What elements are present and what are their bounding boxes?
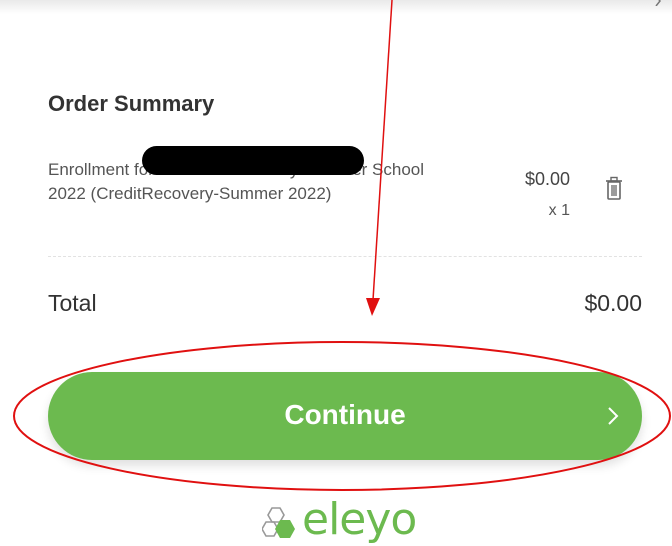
- annotation-overlay: [13, 0, 671, 491]
- eleyo-logo: eleyo: [262, 494, 462, 546]
- total-label: Total: [48, 290, 97, 316]
- summary-divider: [48, 256, 642, 257]
- order-summary-title: Order Summary: [48, 91, 215, 116]
- chevron-right-icon: [608, 407, 619, 425]
- continue-button[interactable]: Continue: [48, 372, 642, 460]
- trash-icon[interactable]: [604, 176, 624, 202]
- hexagon-logo-icon: [262, 507, 295, 538]
- total-value: $0.00: [584, 290, 642, 316]
- redaction-mark: [142, 146, 364, 175]
- order-item-quantity: x 1: [548, 202, 570, 219]
- top-bar-shadow: [0, 0, 672, 14]
- continue-button-label: Continue: [284, 399, 406, 430]
- logo-text: eleyo: [302, 494, 417, 545]
- chevron-icon[interactable]: [654, 0, 664, 6]
- order-item-price: $0.00: [524, 169, 570, 189]
